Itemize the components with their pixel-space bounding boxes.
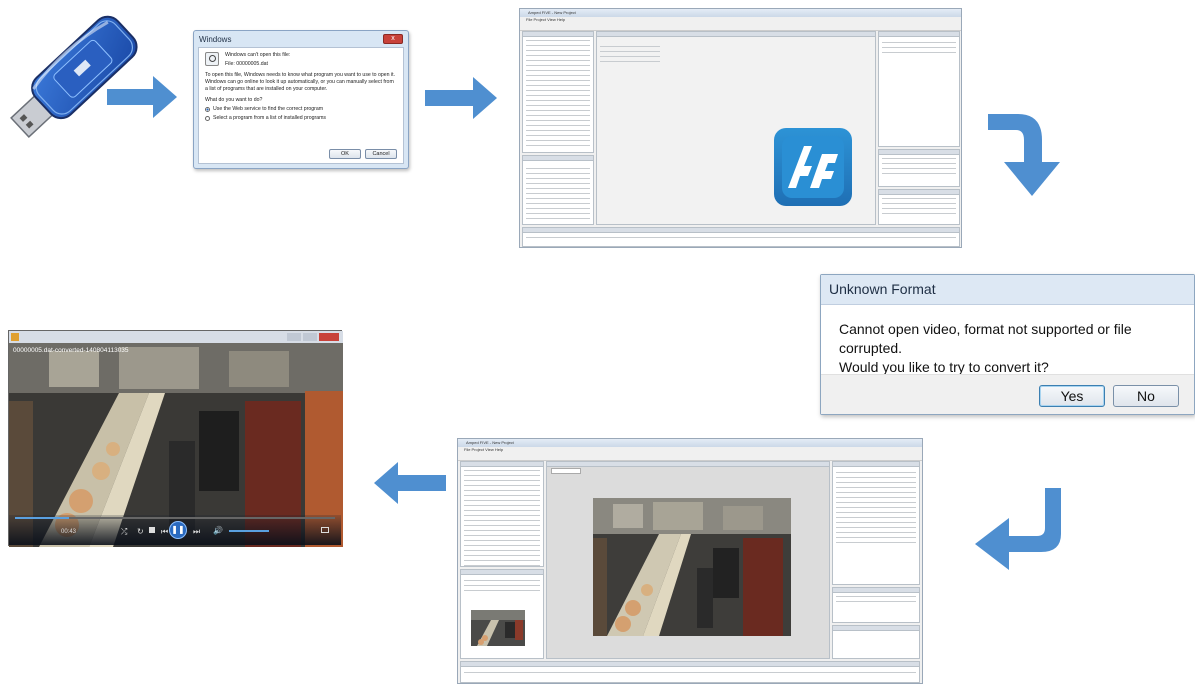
- dialog-heading: Windows can't open this file:: [225, 52, 291, 58]
- player-controls-bar: [522, 227, 960, 247]
- radio-program-list[interactable]: Select a program from a list of installe…: [205, 115, 397, 122]
- af-logo-icon: [774, 128, 852, 206]
- dialog-question: What do you want to do?: [205, 97, 263, 104]
- radio-selected-icon: [205, 107, 210, 113]
- dialog-title: Unknown Format: [821, 275, 1194, 305]
- cancel-button[interactable]: Cancel: [365, 149, 397, 159]
- player-controls: 00:43 ⤮ ↻ ⏮ ❚❚ ⏭ 🔊: [9, 515, 341, 545]
- yes-button[interactable]: Yes: [1039, 385, 1105, 407]
- app-title: Amped FIVE - New Project: [458, 439, 922, 447]
- curved-arrow-left-icon: [975, 488, 1061, 570]
- settings-panel: [832, 461, 920, 585]
- filters-panel: [460, 461, 544, 567]
- history-panel: [832, 587, 920, 623]
- close-button[interactable]: x: [383, 34, 403, 44]
- seek-bar[interactable]: [15, 517, 335, 519]
- radio-empty-icon: [205, 116, 210, 122]
- curved-arrow-down-icon: [988, 114, 1060, 196]
- app-screenshot-converted: Amped FIVE - New Project File Project Vi…: [457, 438, 923, 684]
- arrow-left-icon: [374, 462, 446, 504]
- description-panel: [878, 189, 960, 225]
- filters-panel: [522, 31, 594, 153]
- volume-slider[interactable]: [229, 530, 269, 532]
- player-controls-bar: [460, 661, 920, 683]
- file-name: File: 00000005.dat: [225, 61, 268, 68]
- history-panel: [878, 149, 960, 187]
- app-toolbar: [458, 453, 922, 461]
- description-panel: [832, 625, 920, 659]
- dialog-title: Windows: [199, 34, 232, 44]
- shuffle-icon[interactable]: ⤮: [121, 527, 127, 537]
- settings-panel: [878, 31, 960, 147]
- dialog-message-line1: Cannot open video, format not supported …: [839, 321, 1132, 356]
- arrow-right-icon: [425, 77, 497, 119]
- no-button[interactable]: No: [1113, 385, 1179, 407]
- video-frame-image: [593, 498, 791, 636]
- ok-button[interactable]: OK: [329, 149, 361, 159]
- elapsed-time: 00:43: [61, 529, 77, 535]
- seek-progress: [15, 517, 70, 519]
- stop-icon[interactable]: [149, 527, 155, 533]
- thumbnail-image: [471, 610, 525, 646]
- app-screenshot-start: Amped FIVE - New Project File Project Vi…: [519, 8, 962, 248]
- app-toolbar: [520, 23, 961, 31]
- video-caption: 00000005.dat-converted-140804113035: [13, 347, 129, 354]
- windows-open-with-dialog: Windows x Windows can't open this file: …: [193, 30, 409, 169]
- viewer-panel: [546, 461, 830, 659]
- next-icon[interactable]: ⏭: [193, 527, 200, 537]
- viewer-tab[interactable]: [551, 468, 581, 474]
- info-panel: [460, 569, 544, 659]
- radio-web-service[interactable]: Use the Web service to find the correct …: [205, 106, 397, 113]
- previous-icon[interactable]: ⏮: [161, 527, 168, 537]
- pause-button[interactable]: ❚❚: [169, 521, 187, 539]
- arrow-right-icon: [107, 76, 177, 118]
- repeat-icon[interactable]: ↻: [137, 527, 144, 536]
- info-panel: [522, 155, 594, 225]
- media-player-window: 00000005.dat-converted-140804113035 00:4…: [8, 330, 343, 547]
- viewer-panel: [596, 31, 876, 225]
- dialog-body: To open this file, Windows needs to know…: [205, 72, 396, 93]
- unknown-format-dialog: Unknown Format Cannot open video, format…: [820, 274, 1195, 415]
- fullscreen-icon[interactable]: [321, 527, 329, 533]
- radio-list-label: Select a program from a list of installe…: [213, 115, 327, 122]
- app-title: Amped FIVE - New Project: [520, 9, 961, 17]
- radio-web-label: Use the Web service to find the correct …: [213, 106, 324, 113]
- magnifier-icon: [205, 52, 219, 66]
- volume-icon[interactable]: 🔊: [213, 526, 223, 535]
